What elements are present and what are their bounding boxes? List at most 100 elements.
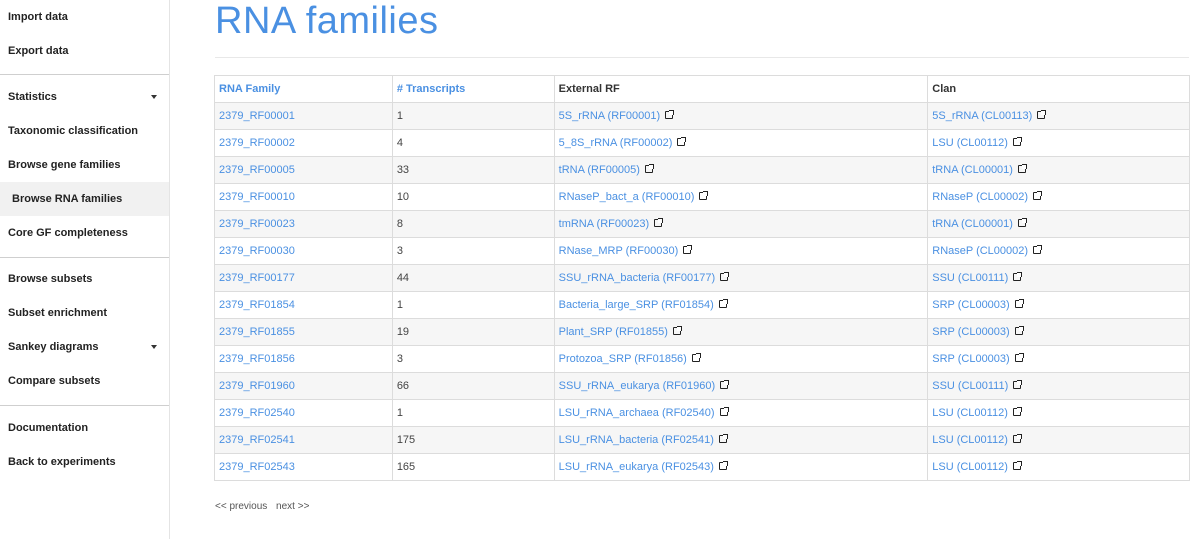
external-link-icon[interactable] bbox=[1012, 137, 1022, 146]
rna-family-link[interactable]: 2379_RF02540 bbox=[219, 407, 295, 419]
title-divider bbox=[215, 57, 1189, 58]
rna-family-link[interactable]: 2379_RF00023 bbox=[219, 218, 295, 230]
external-link-icon[interactable] bbox=[1013, 380, 1023, 389]
sidebar-divider bbox=[0, 257, 169, 258]
external-link-icon[interactable] bbox=[683, 245, 693, 254]
previous-page-link[interactable]: << previous bbox=[215, 501, 267, 512]
sidebar-divider bbox=[0, 74, 169, 75]
sidebar-item-label: Sankey diagrams bbox=[8, 341, 99, 353]
sidebar-item-compare-subsets[interactable]: Compare subsets bbox=[0, 364, 169, 398]
sidebar-item-browse-gene-families[interactable]: Browse gene families bbox=[0, 148, 169, 182]
rna-family-link[interactable]: 2379_RF00010 bbox=[219, 191, 295, 203]
sidebar-item-core-gf-completeness[interactable]: Core GF completeness bbox=[0, 216, 169, 250]
external-link-icon[interactable] bbox=[665, 110, 675, 119]
external-link-icon[interactable] bbox=[1013, 272, 1023, 281]
external-link-icon[interactable] bbox=[719, 407, 729, 416]
external-rf-link[interactable]: SSU_rRNA_bacteria (RF00177) bbox=[559, 272, 716, 284]
clan-link[interactable]: LSU (CL00112) bbox=[932, 461, 1008, 473]
external-rf-link[interactable]: LSU_rRNA_archaea (RF02540) bbox=[559, 407, 715, 419]
external-link-icon[interactable] bbox=[677, 137, 687, 146]
sidebar-item-browse-rna-families[interactable]: Browse RNA families bbox=[0, 182, 169, 216]
next-page-link[interactable]: next >> bbox=[276, 501, 309, 512]
external-link-icon[interactable] bbox=[718, 461, 728, 470]
external-link-icon[interactable] bbox=[1012, 434, 1022, 443]
clan-link[interactable]: tRNA (CL00001) bbox=[932, 218, 1013, 230]
external-link-icon[interactable] bbox=[672, 326, 682, 335]
transcript-count-cell: 1 bbox=[391, 102, 555, 130]
clan-link[interactable]: SRP (CL00003) bbox=[932, 299, 1009, 311]
rna-family-link[interactable]: 2379_RF01856 bbox=[219, 353, 295, 365]
sidebar-item-back-to-experiments[interactable]: Back to experiments bbox=[0, 445, 169, 479]
column-header-rna-family[interactable]: RNA Family bbox=[214, 75, 393, 103]
external-rf-link[interactable]: RNase_MRP (RF00030) bbox=[559, 245, 679, 257]
clan-link-cell: SRP (CL00003) bbox=[927, 318, 1190, 346]
clan-link-cell: LSU (CL00112) bbox=[927, 426, 1190, 454]
column-header-transcripts[interactable]: # Transcripts bbox=[391, 75, 555, 103]
sidebar-item-label: Documentation bbox=[8, 422, 89, 434]
clan-link[interactable]: tRNA (CL00001) bbox=[932, 164, 1013, 176]
sidebar-item-browse-subsets[interactable]: Browse subsets bbox=[0, 262, 169, 296]
external-link-icon[interactable] bbox=[1014, 353, 1024, 362]
rna-family-link[interactable]: 2379_RF02543 bbox=[219, 461, 295, 473]
table-header-row: RNA Family # Transcripts External RF Cla… bbox=[214, 75, 1190, 103]
external-link-icon[interactable] bbox=[1012, 407, 1022, 416]
external-link-icon[interactable] bbox=[1014, 299, 1024, 308]
external-link-icon[interactable] bbox=[1033, 191, 1043, 200]
external-link-icon[interactable] bbox=[654, 218, 664, 227]
rna-family-link[interactable]: 2379_RF01960 bbox=[219, 380, 295, 392]
clan-link[interactable]: LSU (CL00112) bbox=[932, 137, 1008, 149]
rna-family-link[interactable]: 2379_RF01854 bbox=[219, 299, 295, 311]
rna-family-link[interactable]: 2379_RF02541 bbox=[219, 434, 295, 446]
sidebar-item-import-data[interactable]: Import data bbox=[0, 0, 169, 34]
external-link-icon[interactable] bbox=[1017, 164, 1027, 173]
clan-link[interactable]: SSU (CL00111) bbox=[932, 380, 1008, 392]
rna-family-link[interactable]: 2379_RF00030 bbox=[219, 245, 295, 257]
rna-family-link[interactable]: 2379_RF00002 bbox=[219, 137, 295, 149]
clan-link[interactable]: LSU (CL00112) bbox=[932, 434, 1008, 446]
external-rf-link[interactable]: Protozoa_SRP (RF01856) bbox=[559, 353, 687, 365]
external-rf-link[interactable]: RNaseP_bact_a (RF00010) bbox=[559, 191, 695, 203]
external-rf-link[interactable]: LSU_rRNA_eukarya (RF02543) bbox=[559, 461, 714, 473]
external-link-icon[interactable] bbox=[699, 191, 709, 200]
external-link-icon[interactable] bbox=[1033, 245, 1043, 254]
external-rf-link[interactable]: tRNA (RF00005) bbox=[559, 164, 640, 176]
external-link-icon[interactable] bbox=[720, 272, 730, 281]
rna-family-link[interactable]: 2379_RF01855 bbox=[219, 326, 295, 338]
sidebar-item-statistics[interactable]: Statistics bbox=[0, 80, 169, 114]
external-rf-link[interactable]: 5S_rRNA (RF00001) bbox=[559, 110, 661, 122]
rna-family-link[interactable]: 2379_RF00005 bbox=[219, 164, 295, 176]
external-link-icon[interactable] bbox=[1017, 218, 1027, 227]
external-link-icon[interactable] bbox=[1012, 461, 1022, 470]
clan-link[interactable]: LSU (CL00112) bbox=[932, 407, 1008, 419]
clan-link[interactable]: SSU (CL00111) bbox=[932, 272, 1008, 284]
clan-link[interactable]: SRP (CL00003) bbox=[932, 326, 1009, 338]
external-rf-link[interactable]: Plant_SRP (RF01855) bbox=[559, 326, 668, 338]
clan-link[interactable]: SRP (CL00003) bbox=[932, 353, 1009, 365]
external-rf-link[interactable]: 5_8S_rRNA (RF00002) bbox=[559, 137, 673, 149]
sidebar-item-label: Subset enrichment bbox=[8, 307, 108, 319]
external-link-icon[interactable] bbox=[718, 299, 728, 308]
sidebar-item-taxonomic-classification[interactable]: Taxonomic classification bbox=[0, 114, 169, 148]
sidebar-item-export-data[interactable]: Export data bbox=[0, 34, 169, 68]
external-link-icon[interactable] bbox=[720, 380, 730, 389]
external-link-icon[interactable] bbox=[644, 164, 654, 173]
sidebar-item-sankey-diagrams[interactable]: Sankey diagrams bbox=[0, 330, 169, 364]
external-rf-link[interactable]: LSU_rRNA_bacteria (RF02541) bbox=[559, 434, 714, 446]
clan-link[interactable]: RNaseP (CL00002) bbox=[932, 245, 1028, 257]
external-rf-link[interactable]: Bacteria_large_SRP (RF01854) bbox=[559, 299, 714, 311]
external-rf-link[interactable]: SSU_rRNA_eukarya (RF01960) bbox=[559, 380, 716, 392]
clan-link[interactable]: 5S_rRNA (CL00113) bbox=[932, 110, 1032, 122]
external-link-icon[interactable] bbox=[718, 434, 728, 443]
rna-family-link-cell: 2379_RF00177 bbox=[214, 264, 393, 292]
external-link-icon[interactable] bbox=[691, 353, 701, 362]
clan-link[interactable]: RNaseP (CL00002) bbox=[932, 191, 1028, 203]
sidebar-item-subset-enrichment[interactable]: Subset enrichment bbox=[0, 296, 169, 330]
sidebar-item-documentation[interactable]: Documentation bbox=[0, 411, 169, 445]
external-rf-link[interactable]: tmRNA (RF00023) bbox=[559, 218, 649, 230]
transcript-count: 10 bbox=[396, 191, 410, 203]
external-link-icon[interactable] bbox=[1014, 326, 1024, 335]
column-header-external-rf: External RF bbox=[553, 75, 929, 103]
external-link-icon[interactable] bbox=[1037, 110, 1047, 119]
rna-family-link[interactable]: 2379_RF00001 bbox=[219, 110, 295, 122]
rna-family-link[interactable]: 2379_RF00177 bbox=[219, 272, 295, 284]
